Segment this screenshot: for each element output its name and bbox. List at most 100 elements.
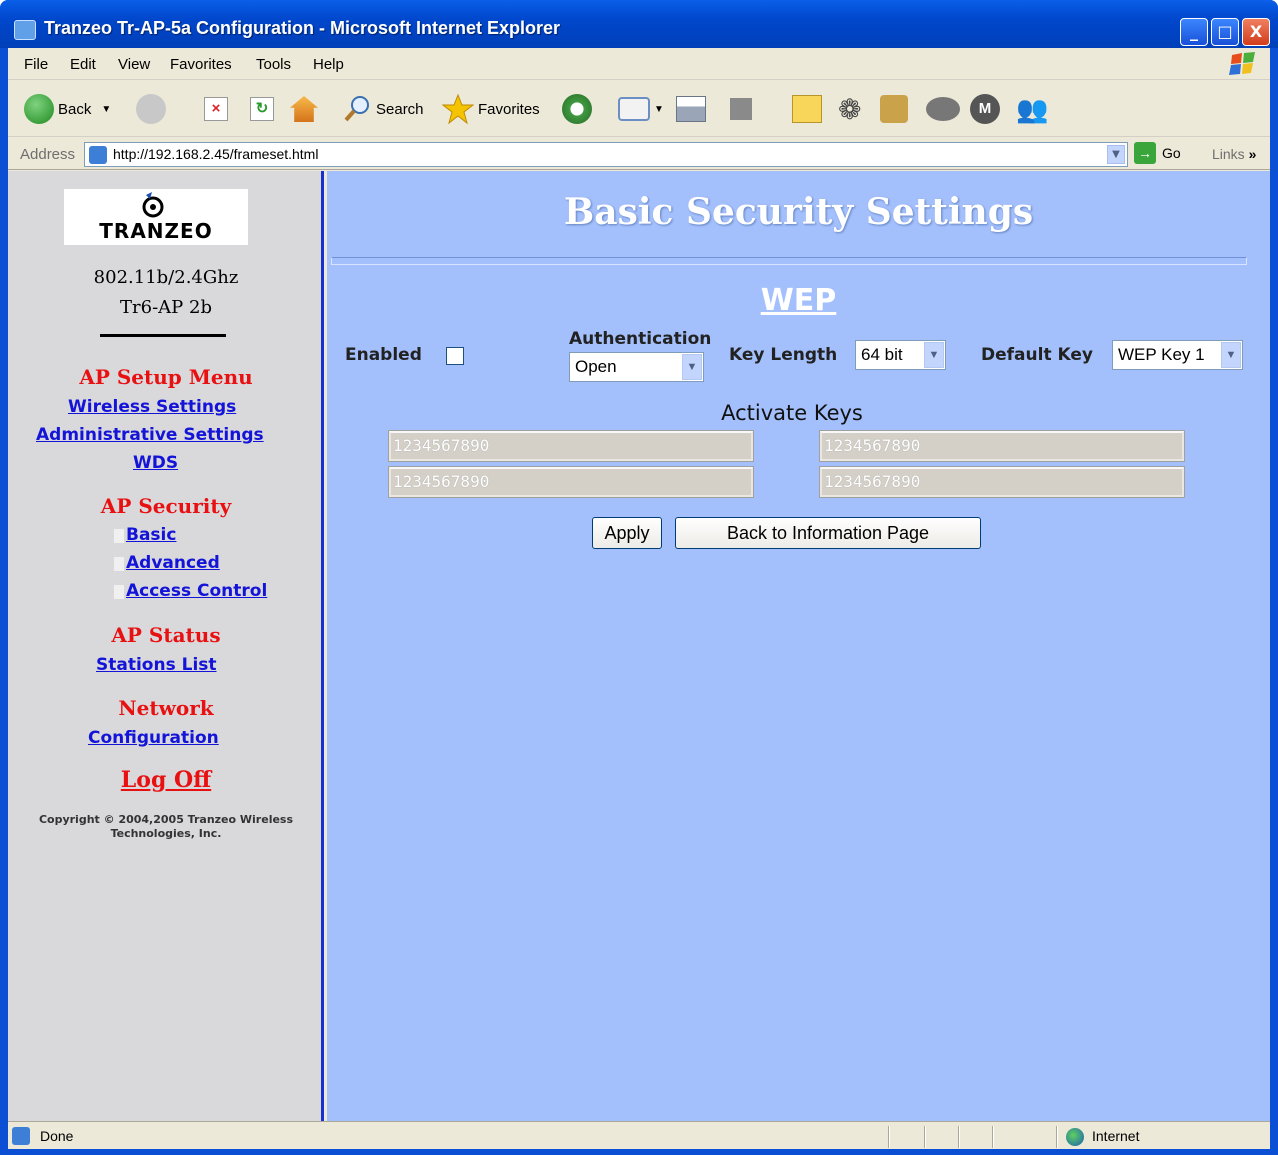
page-title: Basic Security Settings: [563, 191, 1034, 233]
favorites-button[interactable]: Favorites: [442, 93, 540, 125]
address-input[interactable]: http://192.168.2.45/frameset.html ▼: [84, 142, 1128, 167]
wep-key-1-input[interactable]: 1234567890: [388, 430, 754, 462]
chat-bubble-icon: [926, 97, 960, 121]
links-label: Links: [1212, 146, 1245, 162]
address-label: Address: [20, 146, 76, 163]
wep-key-4-input[interactable]: 1234567890: [819, 466, 1185, 498]
menu-favorites[interactable]: Favorites: [170, 56, 232, 73]
bullet-icon: [114, 557, 124, 571]
default-key-select[interactable]: WEP Key 1 ▼: [1112, 340, 1243, 370]
back-label: Back: [58, 100, 92, 118]
chevron-down-icon: ▼: [654, 103, 664, 115]
menu-view[interactable]: View: [118, 56, 150, 73]
internet-globe-icon: [1066, 1128, 1084, 1146]
model-line-1: 802.11b/2.4Ghz: [93, 267, 239, 288]
sidebar-link-access-control[interactable]: Access Control: [126, 581, 267, 601]
ie-page-icon: [89, 146, 107, 164]
toolbar: Back ▼ × ↻ Search Favorites ▼ ❁ M 👥: [8, 81, 1270, 137]
close-button[interactable]: X: [1242, 18, 1270, 46]
sidebar-link-wds[interactable]: WDS: [133, 453, 178, 473]
sidebar-link-configuration[interactable]: Configuration: [88, 728, 219, 748]
network-heading: Network: [118, 696, 214, 720]
key-length-select[interactable]: 64 bit ▼: [855, 340, 946, 370]
mail-button[interactable]: ▼: [618, 93, 664, 125]
forward-button[interactable]: [136, 93, 166, 125]
go-arrow-icon: →: [1134, 142, 1156, 164]
address-url: http://192.168.2.45/frameset.html: [113, 146, 319, 162]
status-text: Done: [40, 1128, 74, 1144]
history-icon: [562, 94, 592, 124]
status-separator: [958, 1126, 960, 1148]
print-button[interactable]: [676, 93, 706, 125]
maximize-button[interactable]: □: [1211, 18, 1239, 46]
authentication-label: Authentication: [569, 329, 712, 349]
activate-keys-label: Activate Keys: [721, 401, 863, 425]
title-bar: Tranzeo Tr-AP-5a Configuration - Microso…: [0, 0, 1278, 48]
search-label: Search: [376, 100, 424, 118]
main-frame: Basic Security Settings WEP Enabled Auth…: [327, 171, 1270, 1121]
address-dropdown-icon[interactable]: ▼: [1107, 145, 1125, 164]
sidebar-link-wireless-settings[interactable]: Wireless Settings: [68, 397, 236, 417]
media-button[interactable]: [880, 93, 908, 125]
menu-edit[interactable]: Edit: [70, 56, 96, 73]
sidebar-link-advanced[interactable]: Advanced: [126, 553, 220, 573]
security-zone-text: Internet: [1092, 1128, 1140, 1144]
default-key-value: WEP Key 1: [1118, 345, 1205, 364]
authentication-select[interactable]: Open ▼: [569, 352, 704, 382]
ap-status-heading: AP Status: [111, 623, 221, 647]
search-icon: [344, 96, 369, 122]
sidebar-link-stations-list[interactable]: Stations List: [96, 655, 217, 675]
enabled-checkbox[interactable]: [446, 347, 464, 365]
home-icon: [290, 96, 318, 122]
sidebar-link-basic[interactable]: Basic: [126, 525, 176, 545]
wep-key-3-input[interactable]: 1234567890: [388, 466, 754, 498]
printer-icon: [676, 96, 706, 122]
copyright-line-1: Copyright © 2004,2005 Tranzeo Wireless: [38, 813, 294, 826]
log-off-link[interactable]: Log Off: [8, 767, 324, 793]
page-content: TRANZEO 802.11b/2.4Ghz Tr6-AP 2b AP Setu…: [8, 171, 1270, 1121]
back-arrow-icon: [24, 94, 54, 124]
apply-button[interactable]: Apply: [592, 517, 662, 549]
back-to-information-page-button[interactable]: Back to Information Page: [675, 517, 981, 549]
links-chevron-icon: »: [1248, 146, 1257, 162]
copyright-text: Copyright © 2004,2005 Tranzeo Wireless T…: [18, 813, 314, 841]
title-rule: [331, 257, 1247, 265]
chevron-down-icon: ▼: [1221, 342, 1241, 368]
model-line-2: Tr6-AP 2b: [120, 297, 212, 318]
sidebar-link-administrative-settings[interactable]: Administrative Settings: [36, 425, 264, 445]
mcafee-button[interactable]: M: [970, 93, 1000, 125]
links-button[interactable]: Links »: [1212, 146, 1256, 162]
research-button[interactable]: ❁: [838, 93, 861, 125]
authentication-value: Open: [575, 357, 617, 376]
status-bar: Done Internet: [8, 1121, 1270, 1149]
home-button[interactable]: [290, 93, 318, 125]
wep-key-2-input[interactable]: 1234567890: [819, 430, 1185, 462]
bullet-icon: [114, 529, 124, 543]
history-button[interactable]: [562, 93, 592, 125]
menu-help[interactable]: Help: [313, 56, 344, 73]
tranzeo-logo-icon: [142, 192, 164, 218]
chevron-down-icon: ▼: [924, 342, 944, 368]
ie-page-icon: [12, 1127, 30, 1145]
contacts-button[interactable]: 👥: [1016, 93, 1048, 125]
copyright-line-2: Technologies, Inc.: [110, 827, 222, 840]
status-separator: [1056, 1126, 1058, 1148]
discuss-button[interactable]: [792, 93, 822, 125]
go-label: Go: [1162, 145, 1181, 161]
refresh-button[interactable]: ↻: [250, 93, 274, 125]
edit-button[interactable]: [730, 93, 752, 125]
ap-security-heading: AP Security: [100, 494, 232, 518]
search-button[interactable]: Search: [342, 93, 424, 125]
chevron-down-icon: ▼: [682, 354, 702, 380]
minimize-button[interactable]: _: [1180, 18, 1208, 46]
edit-icon: [730, 98, 752, 120]
note-icon: [792, 95, 822, 123]
back-button[interactable]: Back ▼: [24, 93, 111, 125]
go-button[interactable]: → Go: [1134, 142, 1181, 164]
stop-button[interactable]: ×: [204, 93, 228, 125]
default-key-label: Default Key: [981, 345, 1093, 365]
window-title: Tranzeo Tr-AP-5a Configuration - Microso…: [44, 18, 561, 38]
menu-tools[interactable]: Tools: [256, 56, 291, 73]
menu-file[interactable]: File: [24, 56, 48, 73]
messenger-button[interactable]: [926, 93, 960, 125]
